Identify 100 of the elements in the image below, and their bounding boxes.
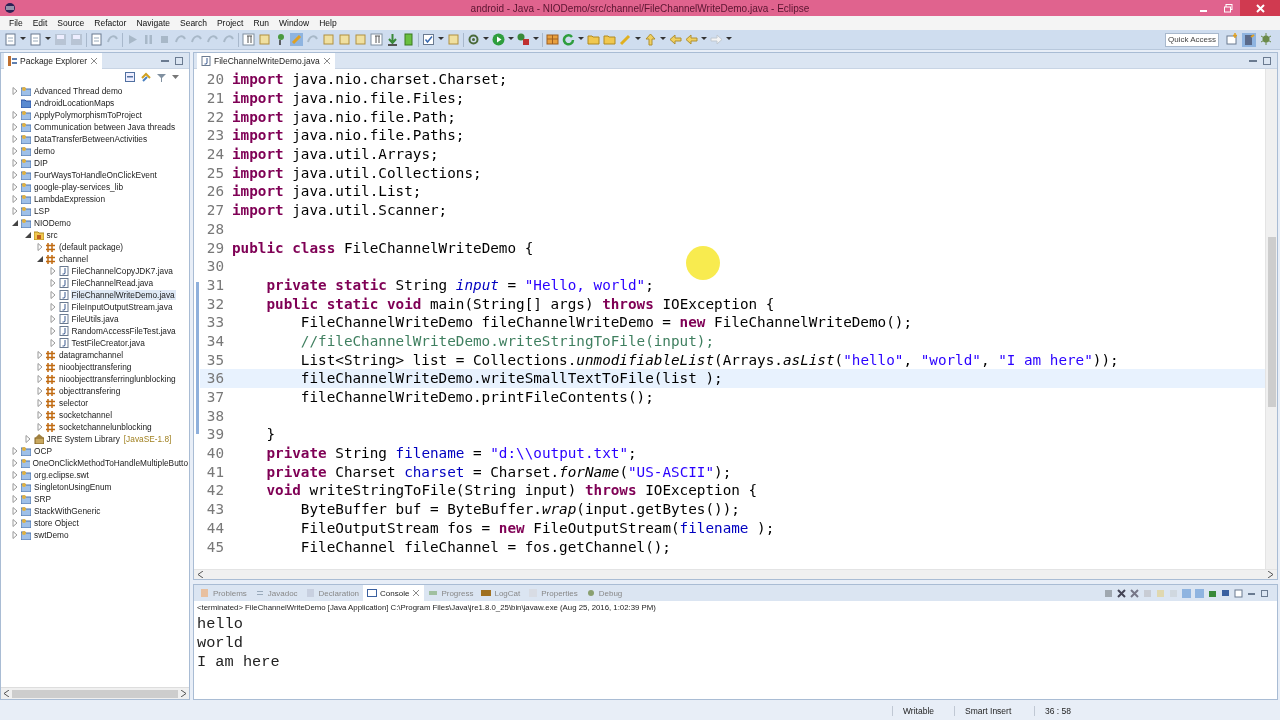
collapsed-arrow-icon[interactable] (11, 507, 19, 515)
collapsed-arrow-icon[interactable] (48, 339, 57, 347)
close-icon[interactable] (90, 56, 99, 65)
menu-item[interactable]: Edit (27, 18, 53, 28)
tree-item[interactable]: LSP (33, 206, 51, 216)
tree-item[interactable]: socketchannel (58, 410, 114, 420)
play-icon[interactable] (126, 33, 139, 46)
tree-item[interactable]: Communication between Java threads (33, 122, 177, 132)
maximize-icon[interactable] (175, 56, 183, 65)
link-icon[interactable] (141, 72, 151, 82)
tree-item[interactable]: FourWaysToHandleOnClickEvent (33, 170, 158, 180)
tree-item[interactable]: FileUtils.java (70, 314, 120, 324)
collapsed-arrow-icon[interactable] (11, 483, 19, 491)
tree-item[interactable]: socketchannelunblocking (58, 422, 153, 432)
collapsed-arrow-icon[interactable] (11, 87, 19, 95)
menu-item[interactable]: Help (314, 18, 342, 28)
menu-item[interactable]: Project (211, 18, 249, 28)
tree-item[interactable]: NIODemo (33, 218, 72, 228)
tree-item[interactable]: FileChannelWriteDemo.java (70, 290, 176, 300)
collapsed-arrow-icon[interactable] (36, 243, 44, 251)
collapsed-arrow-icon[interactable] (11, 135, 19, 143)
save-icon[interactable] (70, 33, 83, 46)
scrollbar-thumb[interactable] (12, 689, 178, 698)
menu-item[interactable]: Window (274, 18, 315, 28)
collapsed-arrow-icon[interactable] (11, 471, 19, 479)
package-explorer-tab[interactable]: Package Explorer (4, 52, 103, 69)
menu-item[interactable]: Refactor (89, 18, 132, 28)
document-icon[interactable] (90, 33, 103, 46)
collapsed-arrow-icon[interactable] (11, 195, 19, 203)
java-perspective-icon[interactable] (1242, 32, 1256, 47)
collapsed-arrow-icon[interactable] (11, 171, 19, 179)
tree-item[interactable]: src (45, 230, 59, 240)
menu-item[interactable]: Navigate (131, 18, 175, 28)
collapsed-arrow-icon[interactable] (48, 291, 57, 299)
tree-item[interactable]: DataTransferBetweenActivities (33, 134, 149, 144)
scroll-left-icon[interactable] (4, 690, 9, 697)
collapsed-arrow-icon[interactable] (48, 315, 57, 323)
caret-icon[interactable] (172, 74, 179, 80)
scroll-left-icon[interactable] (198, 571, 203, 578)
collapsed-arrow-icon[interactable] (11, 111, 19, 119)
tree-item[interactable]: SingletonUsingEnum (33, 482, 113, 492)
collapsed-arrow-icon[interactable] (11, 147, 19, 155)
tree-item[interactable]: channel (58, 254, 90, 264)
tree-item[interactable]: SRP (33, 494, 53, 504)
tree-item[interactable]: RandomAccessFileTest.java (70, 326, 177, 336)
maximize-icon[interactable] (1260, 588, 1269, 598)
collapsed-arrow-icon[interactable] (36, 387, 44, 395)
collapsed-arrow-icon[interactable] (11, 123, 19, 131)
page-icon[interactable] (322, 33, 335, 46)
scroll-right-icon[interactable] (1268, 571, 1273, 578)
external-tools-icon[interactable] (517, 33, 530, 46)
debug-perspective-icon[interactable] (1260, 32, 1272, 45)
tree-item[interactable]: demo (33, 146, 56, 156)
menu-item[interactable]: Search (175, 18, 212, 28)
collapsed-arrow-icon[interactable] (23, 435, 32, 443)
scrollbar-thumb[interactable] (1268, 237, 1276, 407)
filter-icon[interactable] (157, 72, 166, 82)
remove-all-icon[interactable] (1130, 588, 1139, 598)
tree-item[interactable]: FileChannelRead.java (70, 278, 155, 288)
collapsed-arrow-icon[interactable] (36, 375, 44, 383)
collapsed-arrow-icon[interactable] (11, 447, 19, 455)
menu-item[interactable]: Source (52, 18, 90, 28)
stop-icon[interactable] (158, 33, 171, 46)
checkbox-icon[interactable] (422, 33, 435, 46)
pause-icon[interactable] (142, 33, 155, 46)
collapse-all-icon[interactable] (125, 72, 135, 82)
quick-access-field[interactable]: Quick Access (1165, 32, 1219, 47)
collapsed-arrow-icon[interactable] (36, 363, 44, 371)
tree-item[interactable]: ApplyPolymorphismToProject (33, 110, 143, 120)
folder-icon[interactable] (603, 33, 616, 46)
expanded-arrow-icon[interactable] (11, 219, 19, 227)
tree-item[interactable]: (default package) (58, 242, 125, 252)
collapsed-arrow-icon[interactable] (36, 411, 44, 419)
page-icon[interactable] (338, 33, 351, 46)
tree-item[interactable]: FileChannelCopyJDK7.java (70, 266, 174, 276)
open-perspective-icon[interactable] (1226, 32, 1238, 45)
collapsed-arrow-icon[interactable] (48, 303, 57, 311)
collapsed-arrow-icon[interactable] (11, 159, 19, 167)
remove-icon[interactable] (1117, 588, 1126, 598)
collapsed-arrow-icon[interactable] (11, 531, 19, 539)
collapsed-arrow-icon[interactable] (48, 267, 57, 275)
collapsed-arrow-icon[interactable] (48, 279, 57, 287)
tree-item[interactable]: StackWithGeneric (33, 506, 102, 516)
expanded-arrow-icon[interactable] (36, 255, 44, 263)
tree-item[interactable]: nioobjecttransferringlunblocking (58, 374, 177, 384)
tree-item[interactable]: AndroidLocationMaps (33, 98, 116, 108)
tree-item[interactable]: TestFileCreator.java (70, 338, 146, 348)
tree-item[interactable]: nioobjecttransfering (58, 362, 133, 372)
tree-item[interactable]: store Object (33, 518, 80, 528)
package-icon[interactable] (546, 33, 559, 46)
tree-item[interactable]: objecttransfering (58, 386, 122, 396)
tree-item[interactable]: selector (58, 398, 90, 408)
collapsed-arrow-icon[interactable] (11, 183, 19, 191)
editor-tab[interactable]: FileChannelWriteDemo.java (197, 52, 335, 69)
new-console-icon[interactable] (1234, 588, 1243, 598)
close-icon[interactable] (322, 56, 331, 65)
tree-item[interactable]: OCP (33, 446, 53, 456)
paragraph-icon[interactable] (370, 33, 383, 46)
tree-item[interactable]: DIP (33, 158, 49, 168)
menu-item[interactable]: File (4, 18, 28, 28)
